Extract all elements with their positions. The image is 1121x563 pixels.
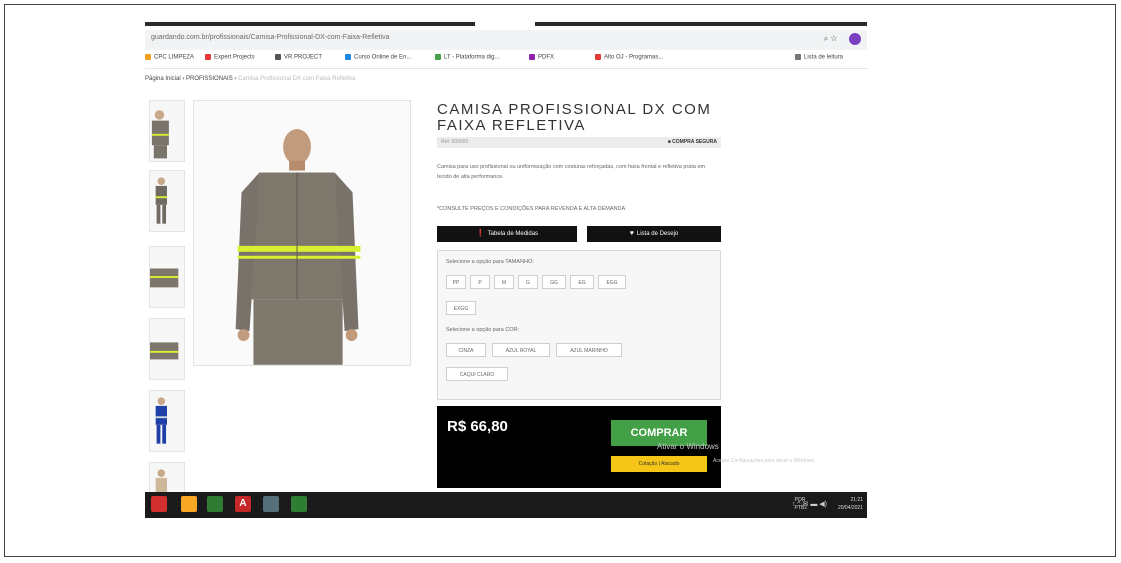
top-window-edge bbox=[145, 22, 867, 26]
product-title: CAMISA PROFISSIONAL DX COM FAIXA REFLETI… bbox=[437, 101, 712, 134]
folded-shirt-thumbnail-image bbox=[150, 342, 179, 360]
chrome-icon[interactable] bbox=[207, 496, 223, 512]
thumbnail-full-gray[interactable] bbox=[149, 170, 185, 232]
thumbnail-folded-gray-2[interactable] bbox=[149, 318, 185, 380]
bookmark-label: Expert Projects bbox=[214, 54, 255, 61]
product-price: R$ 66,80 bbox=[447, 418, 508, 435]
excel-icon[interactable] bbox=[291, 496, 307, 512]
language-indicator[interactable]: POR PTB2 bbox=[794, 496, 807, 512]
bookmark-favicon-icon bbox=[595, 54, 601, 60]
color-option-light-khaki[interactable]: CAQUI CLARO bbox=[446, 367, 508, 381]
size-option-exgg[interactable]: EXGG bbox=[446, 301, 476, 315]
bookmark-item[interactable]: Lista de leitura bbox=[795, 54, 843, 61]
bookmark-label: LT - Plataforma dig... bbox=[444, 54, 500, 61]
secure-buy-label: COMPRA SEGURA bbox=[672, 139, 717, 145]
breadcrumb-sep: › bbox=[234, 76, 237, 82]
bookmark-favicon-icon bbox=[795, 54, 801, 60]
resale-notice: *CONSULTE PREÇOS E CONDIÇÕES PARA REVEND… bbox=[437, 206, 626, 212]
reference-row: Ref: 000000 ■ COMPRA SEGURA bbox=[437, 137, 721, 148]
address-bar[interactable]: guardando.com.br/profissionais/Camisa-Pr… bbox=[145, 30, 867, 50]
bookmark-favicon-icon bbox=[275, 54, 281, 60]
zoom-star-icons[interactable]: ⌕ ☆ bbox=[824, 34, 837, 44]
blue-uniform-thumbnail-image bbox=[155, 397, 167, 444]
size-option-egg[interactable]: EGG bbox=[598, 275, 626, 289]
bookmark-favicon-icon bbox=[345, 54, 351, 60]
info-icon: ❗ bbox=[475, 230, 485, 237]
taskbar: ↑ ^ ✉ ▬ ◀) POR PTB2 21:21 20/04/2021 A bbox=[145, 492, 867, 518]
size-table-label: Tabela de Medidas bbox=[487, 231, 539, 237]
full-body-thumbnail-image bbox=[155, 177, 167, 224]
breadcrumb-sep: › bbox=[182, 76, 185, 82]
breadcrumb-current: Camisa Profissional DX com Faixa Refleti… bbox=[238, 76, 356, 82]
shirt-thumbnail-image bbox=[151, 110, 169, 159]
pdf-icon[interactable] bbox=[151, 496, 167, 512]
wishlist-button[interactable]: ♥ Lista de Desejo bbox=[587, 226, 721, 242]
bookmark-item[interactable]: LT - Plataforma dig... bbox=[435, 54, 499, 61]
bookmark-label: VR PROJECT bbox=[284, 54, 323, 61]
bookmark-favicon-icon bbox=[435, 54, 441, 60]
clock[interactable]: 21:21 20/04/2021 bbox=[838, 496, 863, 512]
folder-icon[interactable] bbox=[181, 496, 197, 512]
color-option-navy-blue[interactable]: AZUL MARINHO bbox=[556, 343, 622, 357]
size-table-button[interactable]: ❗ Tabela de Medidas bbox=[437, 226, 577, 242]
bookmark-favicon-icon bbox=[529, 54, 535, 60]
bookmark-item[interactable]: PDFX bbox=[529, 54, 554, 61]
bookmark-favicon-icon bbox=[205, 54, 211, 60]
folded-shirt-thumbnail-image bbox=[150, 268, 179, 288]
windows-activation-title: Ativar o Windows bbox=[657, 442, 719, 451]
secure-buy-badge: ■ COMPRA SEGURA bbox=[668, 139, 717, 145]
quote-button[interactable]: Cotação | Atacado bbox=[611, 456, 707, 472]
size-option-pp[interactable]: PP bbox=[446, 275, 466, 289]
clock-date: 20/04/2021 bbox=[837, 505, 863, 511]
bookmark-item[interactable]: Curso Online de En... bbox=[345, 54, 411, 61]
url-text[interactable]: guardando.com.br/profissionais/Camisa-Pr… bbox=[151, 34, 389, 41]
bookmark-item[interactable]: VR PROJECT bbox=[275, 54, 322, 61]
bookmark-label: Alto OJ - Programas... bbox=[604, 54, 664, 61]
profile-avatar-icon[interactable] bbox=[849, 33, 861, 45]
bookmarks-bar: CPC LIMPEZA Expert Projects VR PROJECT Curs… bbox=[145, 50, 867, 69]
windows-activation-text: Acesse Configurações para ativar o Windo… bbox=[713, 458, 816, 464]
color-option-royal-blue[interactable]: AZUL ROYAL bbox=[492, 343, 550, 357]
bookmark-label: Lista de leitura bbox=[804, 54, 844, 61]
size-option-gg[interactable]: GG bbox=[542, 275, 566, 289]
bookmark-item[interactable]: CPC LIMPEZA bbox=[145, 54, 194, 61]
product-ref: Ref: 000000 bbox=[441, 139, 469, 145]
bookmark-item[interactable]: Alto OJ - Programas... bbox=[595, 54, 663, 61]
man-in-gray-shirt-image bbox=[194, 101, 410, 365]
browser-screenshot: guardando.com.br/profissionais/Camisa-Pr… bbox=[145, 22, 867, 518]
thumbnail-full-blue[interactable] bbox=[149, 390, 185, 452]
autocad-icon[interactable]: A bbox=[235, 496, 251, 512]
thumbnail-folded-gray[interactable] bbox=[149, 246, 185, 308]
breadcrumb-home[interactable]: Página Inicial bbox=[145, 76, 181, 82]
size-option-m[interactable]: M bbox=[494, 275, 514, 289]
bookmark-label: Curso Online de En... bbox=[354, 54, 412, 61]
color-option-gray[interactable]: CINZA bbox=[446, 343, 486, 357]
size-option-p[interactable]: P bbox=[470, 275, 490, 289]
bookmark-label: CPC LIMPEZA bbox=[154, 54, 195, 61]
size-option-eg[interactable]: EG bbox=[570, 275, 594, 289]
bookmark-favicon-icon bbox=[145, 54, 151, 60]
size-option-g[interactable]: G bbox=[518, 275, 538, 289]
color-prompt: Selecione a opção para COR: bbox=[446, 327, 520, 333]
bookmark-item[interactable]: Expert Projects bbox=[205, 54, 255, 61]
main-product-image[interactable] bbox=[193, 100, 411, 366]
thumbnail-front-gray[interactable] bbox=[149, 100, 185, 162]
people-icon[interactable] bbox=[263, 496, 279, 512]
screenshot-frame: guardando.com.br/profissionais/Camisa-Pr… bbox=[4, 4, 1116, 557]
wishlist-label: Lista de Desejo bbox=[636, 231, 679, 237]
heart-icon: ♥ bbox=[629, 230, 634, 237]
clock-time: 21:21 bbox=[850, 497, 863, 503]
options-panel: Selecione a opção para TAMANHO: PP P M G… bbox=[437, 250, 721, 400]
breadcrumb: Página Inicial › PROFISSIONAIS › Camisa … bbox=[145, 76, 355, 82]
bookmark-label: PDFX bbox=[538, 54, 555, 61]
breadcrumb-category[interactable]: PROFISSIONAIS bbox=[186, 76, 233, 82]
size-prompt: Selecione a opção para TAMANHO: bbox=[446, 259, 534, 265]
product-description: Camisa para uso profissional ou uniformi… bbox=[437, 164, 706, 180]
